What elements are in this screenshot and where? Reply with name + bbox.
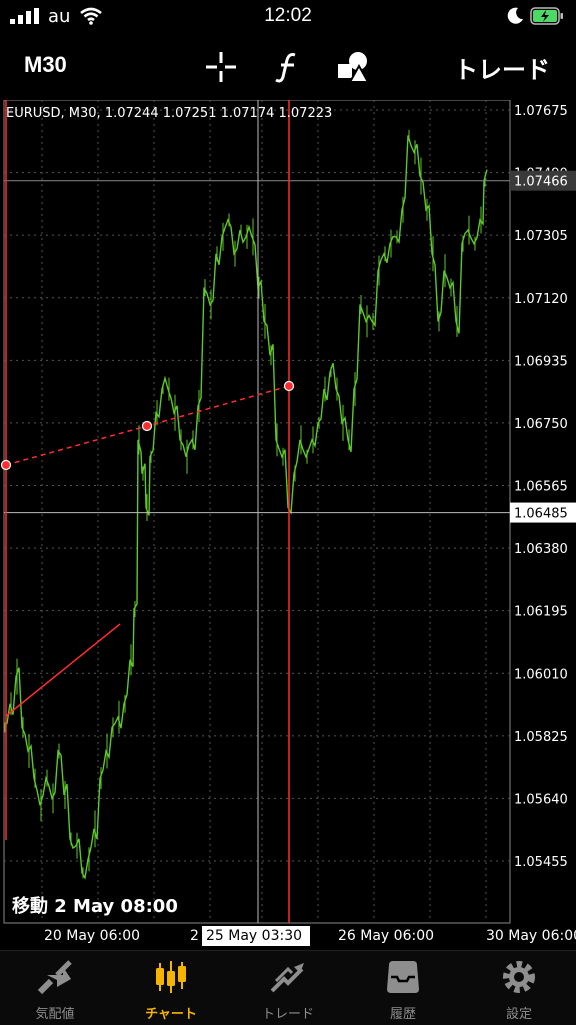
tab-chart[interactable]: チャート [116, 951, 226, 1025]
price-label: 1.05825 [514, 730, 568, 745]
history-icon [387, 961, 419, 993]
price-label: 1.07120 [514, 292, 568, 307]
anchor-point [141, 420, 153, 432]
tab-history[interactable]: 履歴 [348, 951, 458, 1025]
price-label: 1.07675 [514, 104, 568, 119]
chart-icon [156, 961, 186, 993]
chart-frame [3, 99, 511, 924]
tab-bar: 気配値 チャート トレード 履歴 設定 [0, 950, 576, 1025]
trade-icon [270, 963, 304, 993]
time-label: 2 [190, 928, 199, 944]
crosshair-icon[interactable] [204, 50, 238, 84]
price-label: 1.07305 [514, 229, 568, 244]
price-label: 1.06010 [514, 667, 568, 682]
anchor-point [0, 459, 12, 471]
price-label: 1.05640 [514, 792, 568, 807]
price-label: 1.06565 [514, 480, 568, 495]
price-label: 1.05455 [514, 855, 568, 870]
trade-button[interactable]: トレード [454, 50, 550, 85]
time-label: 26 May 06:00 [338, 928, 434, 944]
quotes-icon [37, 960, 72, 995]
tab-trade[interactable]: トレード [233, 951, 343, 1025]
function-icon[interactable] [270, 50, 304, 84]
price-label: 1.06935 [514, 354, 568, 369]
price-label: 1.06380 [514, 542, 568, 557]
timeframe-button[interactable]: M30 [24, 52, 67, 78]
current-price-label: 1.07466 [514, 175, 568, 190]
anchor-point [283, 380, 295, 392]
chart-toolbar: M30 トレード [0, 40, 576, 92]
price-label: 1.06750 [514, 417, 568, 432]
battery-icon [530, 7, 563, 25]
moon-icon [507, 7, 523, 24]
price-label: 1.06195 [514, 605, 568, 620]
objects-icon[interactable] [336, 50, 370, 84]
clock: 12:02 [264, 5, 312, 26]
time-label: 20 May 06:00 [44, 928, 140, 944]
status-bar: au 12:02 [0, 0, 576, 34]
crosshair-price-label: 1.06485 [514, 507, 568, 522]
price-chart[interactable]: EURUSD, M30, 1.07244 1.07251 1.07174 1.0… [0, 99, 576, 946]
trendline-object [5, 623, 121, 717]
tab-quotes[interactable]: 気配値 [0, 951, 110, 1025]
crosshair-time-label: 25 May 03:30 [206, 928, 302, 944]
chart-header: EURUSD, M30, 1.07244 1.07251 1.07174 1.0… [6, 106, 332, 121]
time-label: 30 May 06:00 [486, 928, 576, 944]
settings-icon [503, 961, 535, 993]
price-series [3, 135, 488, 880]
tab-settings[interactable]: 設定 [464, 951, 574, 1025]
move-label: 移動 2 May 08:00 [12, 896, 178, 917]
